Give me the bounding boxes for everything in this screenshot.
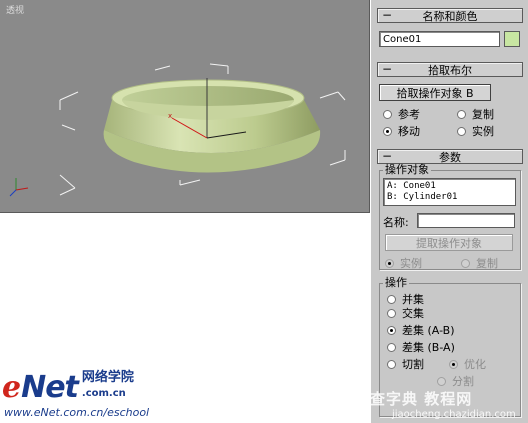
radio-label: 差集 (B-A) xyxy=(402,341,455,354)
radio-dot xyxy=(383,126,392,136)
svg-text:x: x xyxy=(168,112,172,120)
logo-net: Net xyxy=(21,370,79,405)
radio-label: 复制 xyxy=(472,108,494,121)
radio-label: 移动 xyxy=(398,125,420,138)
radio-copy[interactable]: 复制 xyxy=(457,107,494,121)
radio-cut-split[interactable]: 分割 xyxy=(437,374,474,388)
radio-move[interactable]: 移动 xyxy=(383,124,420,138)
operands-group-title: 操作对象 xyxy=(383,163,431,176)
operand-name-label: 名称: xyxy=(383,216,409,229)
radio-label: 差集 (A-B) xyxy=(402,324,455,337)
collapse-minus-icon: − xyxy=(382,62,393,76)
logo-cn: 网络学院 .com.cn xyxy=(82,370,134,402)
radio-dot xyxy=(387,294,396,304)
radio-dot xyxy=(457,109,466,119)
rollout-title: 拾取布尔 xyxy=(428,63,472,77)
operand-item-a[interactable]: A: Cone01 xyxy=(387,181,512,192)
extract-operand-button[interactable]: 提取操作对象 xyxy=(385,234,513,251)
object-name-input[interactable]: Cone01 xyxy=(379,31,500,47)
watermark-url: jiaocheng.chazidian.com xyxy=(392,409,516,420)
pick-operand-b-button[interactable]: 拾取操作对象 B xyxy=(379,84,491,101)
rollout-parameters-header[interactable]: − 参数 xyxy=(377,149,523,164)
watermark: 查字典 教程网 jiaocheng.chazidian.com xyxy=(370,388,528,423)
radio-dot xyxy=(457,126,466,136)
operand-item-b[interactable]: B: Cylinder01 xyxy=(387,192,512,203)
radio-subtraction-a-b[interactable]: 差集 (A-B) xyxy=(387,323,455,337)
perspective-viewport[interactable]: 透视 x xyxy=(0,0,370,213)
radio-label: 分割 xyxy=(452,375,474,388)
radio-dot xyxy=(387,342,396,352)
radio-extract-copy[interactable]: 复制 xyxy=(461,256,498,270)
radio-cut-refine[interactable]: 优化 xyxy=(449,357,486,371)
radio-dot xyxy=(383,109,392,119)
radio-dot xyxy=(461,258,470,268)
logo-e: e xyxy=(2,370,22,405)
radio-intersection[interactable]: 交集 xyxy=(387,306,424,320)
collapse-minus-icon: − xyxy=(382,8,393,22)
radio-label: 实例 xyxy=(400,257,422,270)
command-panel: − 名称和颜色 Cone01 − 拾取布尔 拾取操作对象 B 参考 复制 移动 … xyxy=(370,0,528,423)
logo-url: www.eNet.com.cn/eschool xyxy=(4,406,150,419)
operand-name-input[interactable] xyxy=(417,213,515,228)
rollout-name-color-header[interactable]: − 名称和颜色 xyxy=(377,8,523,23)
operation-group-title: 操作 xyxy=(383,276,409,289)
enet-logo: e Net 网络学院 .com.cn xyxy=(2,370,134,405)
logo-cn-name: 网络学院 xyxy=(81,370,134,385)
operands-list[interactable]: A: Cone01 B: Cylinder01 xyxy=(383,178,516,206)
radio-dot xyxy=(387,359,396,369)
radio-dot xyxy=(387,325,396,335)
radio-label: 交集 xyxy=(402,307,424,320)
radio-reference[interactable]: 参考 xyxy=(383,107,420,121)
scene-render: x xyxy=(9,63,346,197)
radio-label: 复制 xyxy=(476,257,498,270)
rollout-title: 名称和颜色 xyxy=(422,9,478,23)
radio-dot xyxy=(387,308,396,318)
radio-subtraction-b-a[interactable]: 差集 (B-A) xyxy=(387,340,455,354)
watermark-text: 查字典 教程网 xyxy=(370,390,473,408)
radio-label: 实例 xyxy=(472,125,494,138)
radio-instance[interactable]: 实例 xyxy=(457,124,494,138)
radio-union[interactable]: 并集 xyxy=(387,292,424,306)
radio-label: 参考 xyxy=(398,108,420,121)
rollout-title: 参数 xyxy=(439,150,461,164)
radio-extract-instance[interactable]: 实例 xyxy=(385,256,422,270)
radio-dot xyxy=(437,376,446,386)
object-color-swatch[interactable] xyxy=(504,31,520,47)
collapse-minus-icon: − xyxy=(382,149,393,163)
radio-label: 优化 xyxy=(464,358,486,371)
radio-dot xyxy=(385,258,394,268)
radio-cut[interactable]: 切割 xyxy=(387,357,424,371)
radio-dot xyxy=(449,359,458,369)
radio-label: 切割 xyxy=(402,358,424,371)
logo-cn-domain: .com.cn xyxy=(81,388,126,399)
rollout-pick-boolean-header[interactable]: − 拾取布尔 xyxy=(377,62,523,77)
